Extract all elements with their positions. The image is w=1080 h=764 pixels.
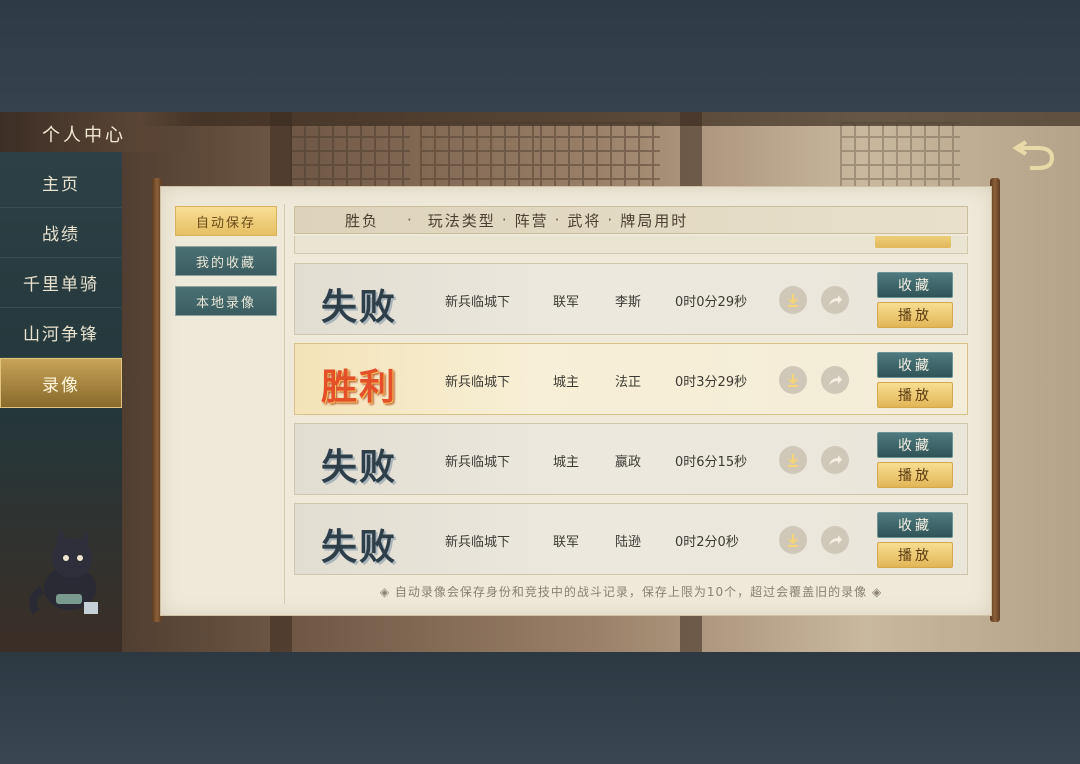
mascot-image: [29, 528, 98, 614]
general-cell: 法正: [615, 375, 642, 390]
result-label: 胜利: [321, 366, 398, 408]
duration-cell: 0时3分29秒: [675, 375, 748, 390]
general-cell: 陆逊: [615, 535, 642, 550]
download-icon[interactable]: [779, 366, 807, 394]
list-item: 失败 新兵临城下 城主 嬴政 0时6分15秒 收藏 播放: [294, 423, 968, 495]
camp-cell: 联军: [553, 535, 580, 550]
camp-cell: 联军: [553, 295, 580, 310]
bottom-backdrop: [0, 652, 1080, 764]
download-icon[interactable]: [779, 446, 807, 474]
favorite-button[interactable]: 收藏: [877, 512, 953, 538]
list-item: 胜利 新兵临城下 城主 法正 0时3分29秒 收藏 播放: [294, 343, 968, 415]
sidebar-item-record[interactable]: 战绩: [0, 208, 122, 258]
sidebar-item-label: 千里单骑: [23, 275, 99, 295]
mode-cell: 新兵临城下: [445, 295, 511, 310]
ornament-left-icon: ◈: [379, 585, 395, 599]
replay-subtabs: 自动保存 我的收藏 本地录像: [175, 206, 277, 326]
tab-local-replays[interactable]: 本地录像: [175, 286, 277, 316]
play-button[interactable]: 播放: [877, 542, 953, 568]
general-cell: 嬴政: [615, 455, 642, 470]
sidebar-item-label: 主页: [42, 175, 80, 195]
list-header: 胜负 · 玩法类型 · 阵营 · 武将 · 牌局用时: [294, 206, 968, 234]
list-item-partial: [294, 236, 968, 254]
general-cell: 李斯: [615, 295, 642, 310]
favorite-button[interactable]: 收藏: [877, 352, 953, 378]
duration-cell: 0时6分15秒: [675, 455, 748, 470]
favorite-button[interactable]: 收藏: [877, 272, 953, 298]
sidebar-item-label: 战绩: [42, 225, 80, 245]
list-item: 失败 新兵临城下 联军 李斯 0时0分29秒 收藏 播放: [294, 263, 968, 335]
mode-cell: 新兵临城下: [445, 535, 511, 550]
sidebar-item-replay[interactable]: 录像: [0, 358, 122, 408]
header-mode: 玩法类型: [427, 211, 496, 230]
list-item: 失败 新兵临城下 联军 陆逊 0时2分0秒 收藏 播放: [294, 503, 968, 575]
back-icon[interactable]: [1012, 138, 1060, 174]
footnote: ◈ 自动录像会保存身份和竞技中的战斗记录，保存上限为10个，超过会覆盖旧的录像 …: [294, 583, 968, 600]
mode-cell: 新兵临城下: [445, 375, 511, 390]
share-icon[interactable]: [821, 286, 849, 314]
favorite-button[interactable]: 收藏: [877, 432, 953, 458]
header-camp: 阵营: [514, 211, 549, 230]
tab-auto-save[interactable]: 自动保存: [175, 206, 277, 236]
play-button[interactable]: 播放: [877, 382, 953, 408]
duration-cell: 0时2分0秒: [675, 535, 739, 550]
header-result: 胜负: [345, 211, 380, 230]
replay-list: 失败 新兵临城下 联军 李斯 0时0分29秒 收藏 播放 胜利 新兵临城下 城主…: [294, 263, 968, 583]
play-button[interactable]: 播放: [877, 462, 953, 488]
result-label: 失败: [321, 446, 398, 488]
result-label: 失败: [321, 286, 398, 328]
ornament-right-icon: ◈: [867, 585, 883, 599]
header-general: 武将: [567, 211, 602, 230]
share-icon[interactable]: [821, 526, 849, 554]
download-icon[interactable]: [779, 526, 807, 554]
sidebar-item-home[interactable]: 主页: [0, 158, 122, 208]
sidebar-item-label: 山河争锋: [23, 325, 99, 345]
footnote-text: 自动录像会保存身份和竞技中的战斗记录，保存上限为10个，超过会覆盖旧的录像: [394, 585, 868, 599]
header-duration: 牌局用时: [620, 211, 689, 230]
result-label: 失败: [321, 526, 398, 568]
top-backdrop: [0, 0, 1080, 112]
sidebar-item-solo-ride[interactable]: 千里单骑: [0, 258, 122, 308]
sidebar-nav: 主页 战绩 千里单骑 山河争锋 录像: [0, 158, 122, 408]
sidebar-item-label: 录像: [42, 375, 80, 396]
duration-cell: 0时0分29秒: [675, 295, 748, 310]
camp-cell: 城主: [553, 375, 580, 390]
download-icon[interactable]: [779, 286, 807, 314]
share-icon[interactable]: [821, 446, 849, 474]
share-icon[interactable]: [821, 366, 849, 394]
divider: [284, 204, 285, 604]
sidebar-item-mountain-river[interactable]: 山河争锋: [0, 308, 122, 358]
camp-cell: 城主: [553, 455, 580, 470]
play-button-partial[interactable]: [875, 236, 951, 248]
page-title: 个人中心: [0, 112, 200, 152]
mode-cell: 新兵临城下: [445, 455, 511, 470]
tab-my-favorites[interactable]: 我的收藏: [175, 246, 277, 276]
play-button[interactable]: 播放: [877, 302, 953, 328]
